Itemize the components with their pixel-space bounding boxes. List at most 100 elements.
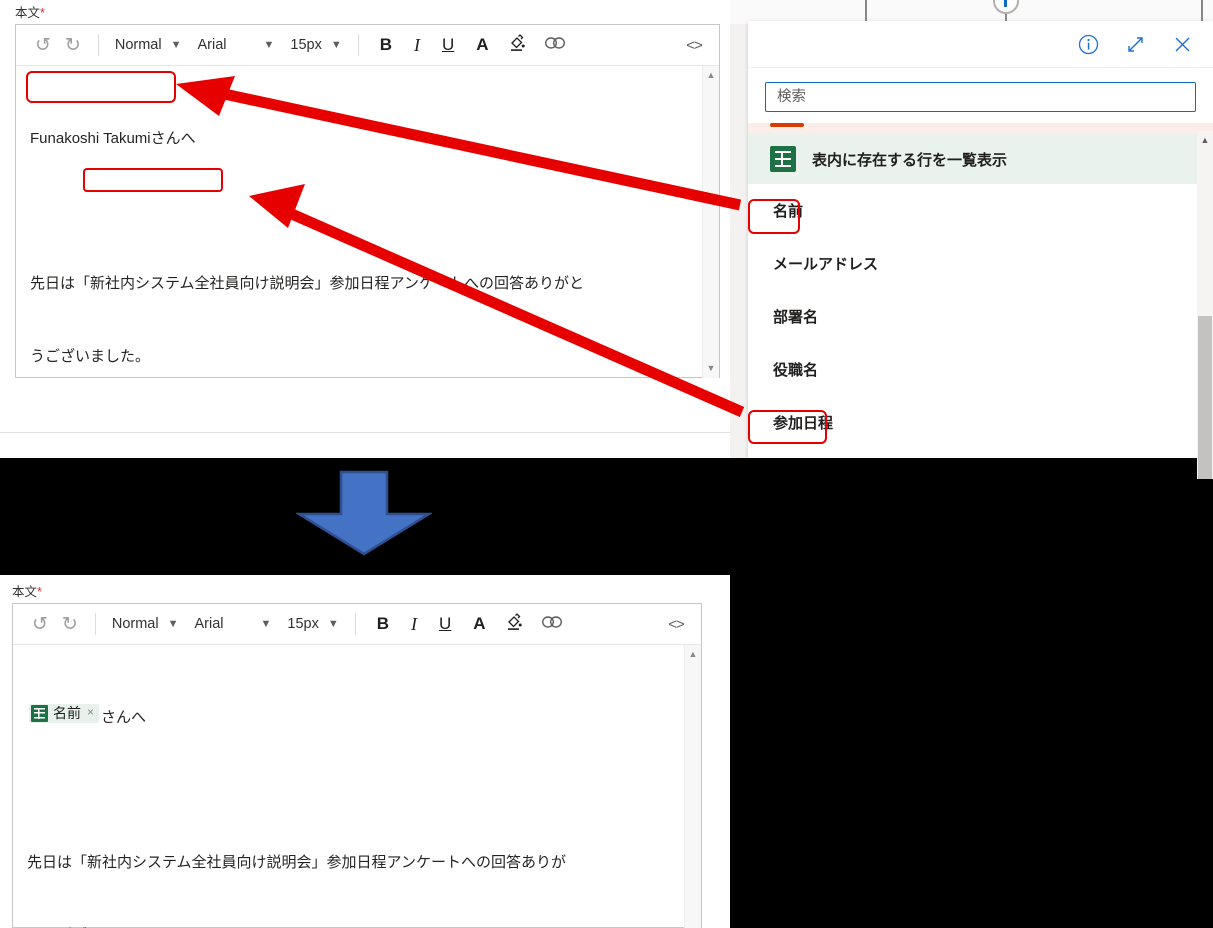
toolbar-divider-1 — [94, 613, 96, 635]
field-label-3: 役職名 — [773, 362, 819, 379]
paragraph-style-value: Normal — [114, 37, 162, 53]
italic-button[interactable]: I — [400, 614, 428, 635]
toolbar-divider-2 — [357, 34, 359, 56]
transition-down-arrow — [294, 470, 434, 561]
bottom-editor-toolbar: ↺ ↻ Normal ▼ Arial ▼ 15px ▼ B I U A <> — [13, 604, 701, 645]
flyout-header — [748, 21, 1213, 68]
toolbar-divider-2 — [354, 613, 356, 635]
flyout-tabstrip — [748, 123, 1213, 134]
scroll-thumb[interactable] — [1198, 316, 1212, 479]
font-family-dropdown[interactable]: Arial ▼ — [184, 616, 277, 632]
flyout-scrollbar[interactable]: ▲ — [1197, 131, 1213, 479]
paragraph-style-value: Normal — [111, 616, 159, 632]
field-label-2: 部署名 — [773, 309, 819, 326]
font-family-value: Arial — [194, 616, 224, 632]
screenshot-root: 本文* ↺ ↻ Normal ▼ Arial ▼ 15px ▼ B I U A … — [0, 0, 1213, 928]
link-icon[interactable] — [535, 35, 575, 55]
active-tab-indicator — [770, 123, 804, 127]
list-item-field-email[interactable]: メールアドレス — [748, 237, 1213, 290]
paragraph-style-dropdown[interactable]: Normal ▼ — [109, 37, 188, 53]
bottom-rich-text-editor[interactable]: ↺ ↻ Normal ▼ Arial ▼ 15px ▼ B I U A <> 名… — [12, 603, 702, 928]
expand-icon[interactable] — [1125, 34, 1146, 55]
excel-icon — [31, 704, 48, 722]
font-size-dropdown[interactable]: 15px ▼ — [277, 616, 344, 632]
highlight-color-icon[interactable] — [497, 612, 532, 636]
top-form-canvas: 本文* ↺ ↻ Normal ▼ Arial ▼ 15px ▼ B I U A … — [0, 0, 730, 458]
top-editor-body[interactable]: Funakoshi Takumiさんへ 先日は「新社内システム全社員向け説明会」… — [16, 66, 719, 378]
field-label-1: メールアドレス — [773, 256, 879, 273]
highlight-color-icon[interactable] — [500, 33, 535, 57]
top-required-asterisk: * — [40, 6, 45, 20]
underline-button[interactable]: U — [428, 614, 462, 634]
font-size-dropdown[interactable]: 15px ▼ — [280, 37, 347, 53]
list-item-field-name[interactable]: 名前 — [748, 184, 1213, 237]
top-field-label-wrap: 本文* — [15, 4, 45, 22]
list-item-field-department[interactable]: 部署名 — [748, 290, 1213, 343]
dynamic-content-chip-name[interactable]: 名前 × — [29, 703, 100, 723]
bottom-greeting-line: 名前 × さんへ — [27, 703, 675, 730]
font-color-button[interactable]: A — [462, 614, 496, 634]
search-input[interactable] — [765, 82, 1196, 112]
scroll-down-icon[interactable]: ▼ — [707, 359, 716, 378]
code-view-button[interactable]: <> — [663, 609, 689, 639]
font-family-value: Arial — [197, 37, 227, 53]
code-view-button[interactable]: <> — [681, 30, 707, 60]
link-icon[interactable] — [532, 614, 572, 634]
undo-icon[interactable]: ↺ — [25, 609, 55, 639]
top-form-divider — [0, 432, 730, 433]
chip-label: 名前 — [53, 705, 81, 722]
font-size-value: 15px — [287, 616, 319, 632]
bold-button[interactable]: B — [369, 35, 403, 55]
scroll-up-icon[interactable]: ▲ — [1197, 131, 1213, 145]
field-label-0: 名前 — [773, 203, 804, 220]
top-greeting-suffix: さんへ — [150, 129, 196, 147]
bold-button[interactable]: B — [366, 614, 400, 634]
flyout-list: 表内に存在する行を一覧表示 名前 メールアドレス 部署名 役職名 参加日程 — [748, 134, 1213, 449]
close-icon[interactable] — [1172, 34, 1193, 55]
list-item-field-title[interactable]: 役職名 — [748, 343, 1213, 396]
excel-icon — [770, 146, 796, 172]
underline-button[interactable]: U — [431, 35, 465, 55]
font-family-dropdown[interactable]: Arial ▼ — [187, 37, 280, 53]
bottom-form-canvas: 本文* ↺ ↻ Normal ▼ Arial ▼ 15px ▼ B I U A … — [0, 575, 730, 928]
chevron-down-icon: ▼ — [327, 617, 339, 630]
scroll-up-icon[interactable]: ▲ — [707, 66, 716, 85]
bottom-editor-content: 名前 × さんへ 先日は「新社内システム全社員向け説明会」参加日程アンケートへの回答… — [27, 655, 675, 928]
top-para1-line1: 先日は「新社内システム全社員向け説明会」参加日程アンケートへの回答ありがと — [30, 275, 584, 293]
font-color-button[interactable]: A — [465, 35, 499, 55]
redo-icon[interactable]: ↻ — [58, 30, 88, 60]
chevron-down-icon: ▼ — [260, 617, 272, 630]
top-rich-text-editor[interactable]: ↺ ↻ Normal ▼ Arial ▼ 15px ▼ B I U A <> F… — [15, 24, 720, 378]
list-item-selected-action[interactable]: 表内に存在する行を一覧表示 — [748, 134, 1213, 184]
top-field-label: 本文 — [15, 6, 41, 20]
bottom-field-label-wrap: 本文* — [12, 583, 42, 601]
top-greeting-name: Funakoshi Takumi — [30, 129, 151, 147]
field-label-4: 参加日程 — [773, 415, 834, 432]
font-size-value: 15px — [290, 37, 322, 53]
chip-remove-icon[interactable]: × — [87, 705, 94, 720]
chevron-down-icon: ▼ — [263, 38, 275, 51]
connector-action-flyout: 表内に存在する行を一覧表示 名前 メールアドレス 部署名 役職名 参加日程 ▲ — [748, 21, 1213, 479]
undo-icon[interactable]: ↺ — [28, 30, 58, 60]
bottom-editor-body[interactable]: 名前 × さんへ 先日は「新社内システム全社員向け説明会」参加日程アンケートへの回答… — [13, 645, 701, 928]
top-greeting-line: Funakoshi Takumiさんへ — [30, 127, 693, 151]
bottom-para1-line1: 先日は「新社内システム全社員向け説明会」参加日程アンケートへの回答ありが — [27, 854, 566, 872]
flowchart-plus-icon — [1004, 0, 1007, 7]
bottom-greeting-suffix: さんへ — [101, 708, 147, 726]
scroll-up-icon[interactable]: ▲ — [689, 645, 698, 664]
chevron-down-icon: ▼ — [330, 38, 342, 51]
top-editor-toolbar: ↺ ↻ Normal ▼ Arial ▼ 15px ▼ B I U A <> — [16, 25, 719, 66]
paragraph-style-dropdown[interactable]: Normal ▼ — [106, 616, 185, 632]
bottom-field-label: 本文 — [12, 585, 38, 599]
redo-icon[interactable]: ↻ — [55, 609, 85, 639]
italic-button[interactable]: I — [403, 35, 431, 56]
list-item-field-schedule[interactable]: 参加日程 — [748, 396, 1213, 449]
info-icon[interactable] — [1078, 34, 1099, 55]
bottom-para1-line2: とうございました。 — [27, 924, 675, 928]
top-editor-content: Funakoshi Takumiさんへ 先日は「新社内システム全社員向け説明会」… — [30, 78, 693, 378]
bottom-editor-scrollbar[interactable]: ▲ — [684, 645, 701, 928]
bottom-required-asterisk: * — [37, 585, 42, 599]
chevron-down-icon: ▼ — [170, 38, 182, 51]
top-editor-scrollbar[interactable]: ▲ ▼ — [702, 66, 719, 378]
